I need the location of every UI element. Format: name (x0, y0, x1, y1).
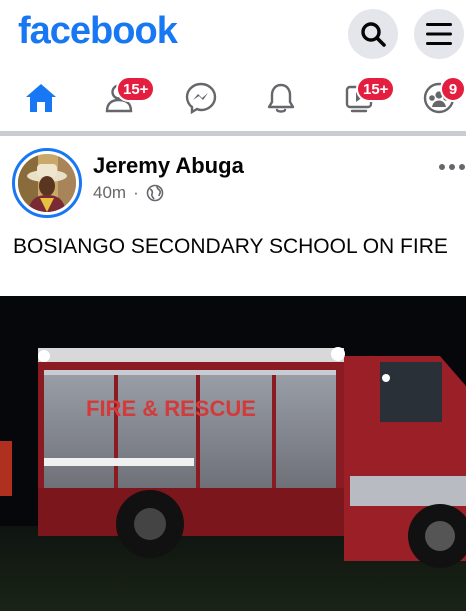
tab-home[interactable] (16, 74, 66, 122)
watch-badge: 15+ (356, 76, 396, 102)
tab-messenger[interactable] (176, 74, 226, 122)
fire-truck-photo: FIRE & RESCUE (0, 296, 466, 611)
groups-badge: 9 (440, 76, 466, 102)
nav-tabs: 15+ 15+ 9 (0, 66, 466, 130)
truck-lettering: FIRE & RESCUE (86, 396, 256, 421)
post-meta: 40m · (93, 183, 164, 203)
friends-badge: 15+ (116, 76, 156, 102)
search-icon (361, 22, 386, 47)
post-header: Jeremy Abuga 40m · (0, 136, 466, 226)
post-time[interactable]: 40m (93, 183, 126, 203)
bell-icon (267, 83, 295, 113)
author-name[interactable]: Jeremy Abuga (93, 153, 244, 179)
active-tab-indicator (0, 126, 82, 129)
tab-groups[interactable]: 9 (414, 74, 466, 122)
tab-friends[interactable]: 15+ (96, 74, 156, 122)
avatar-photo (18, 154, 76, 212)
globe-icon (146, 184, 164, 202)
post-text: BOSIANGO SECONDARY SCHOOL ON FIRE (13, 235, 448, 258)
post-photo[interactable]: FIRE & RESCUE (0, 296, 466, 611)
top-bar: facebook (0, 0, 466, 66)
tab-notifications[interactable] (256, 74, 306, 122)
meta-separator: · (133, 183, 139, 202)
menu-icon (426, 23, 452, 45)
messenger-icon (185, 82, 217, 115)
menu-button[interactable] (414, 9, 464, 59)
home-icon (26, 84, 56, 112)
tab-watch[interactable]: 15+ (336, 74, 396, 122)
more-icon[interactable] (438, 160, 466, 174)
author-avatar[interactable] (12, 148, 82, 218)
search-button[interactable] (348, 9, 398, 59)
facebook-logo[interactable]: facebook (18, 10, 178, 53)
